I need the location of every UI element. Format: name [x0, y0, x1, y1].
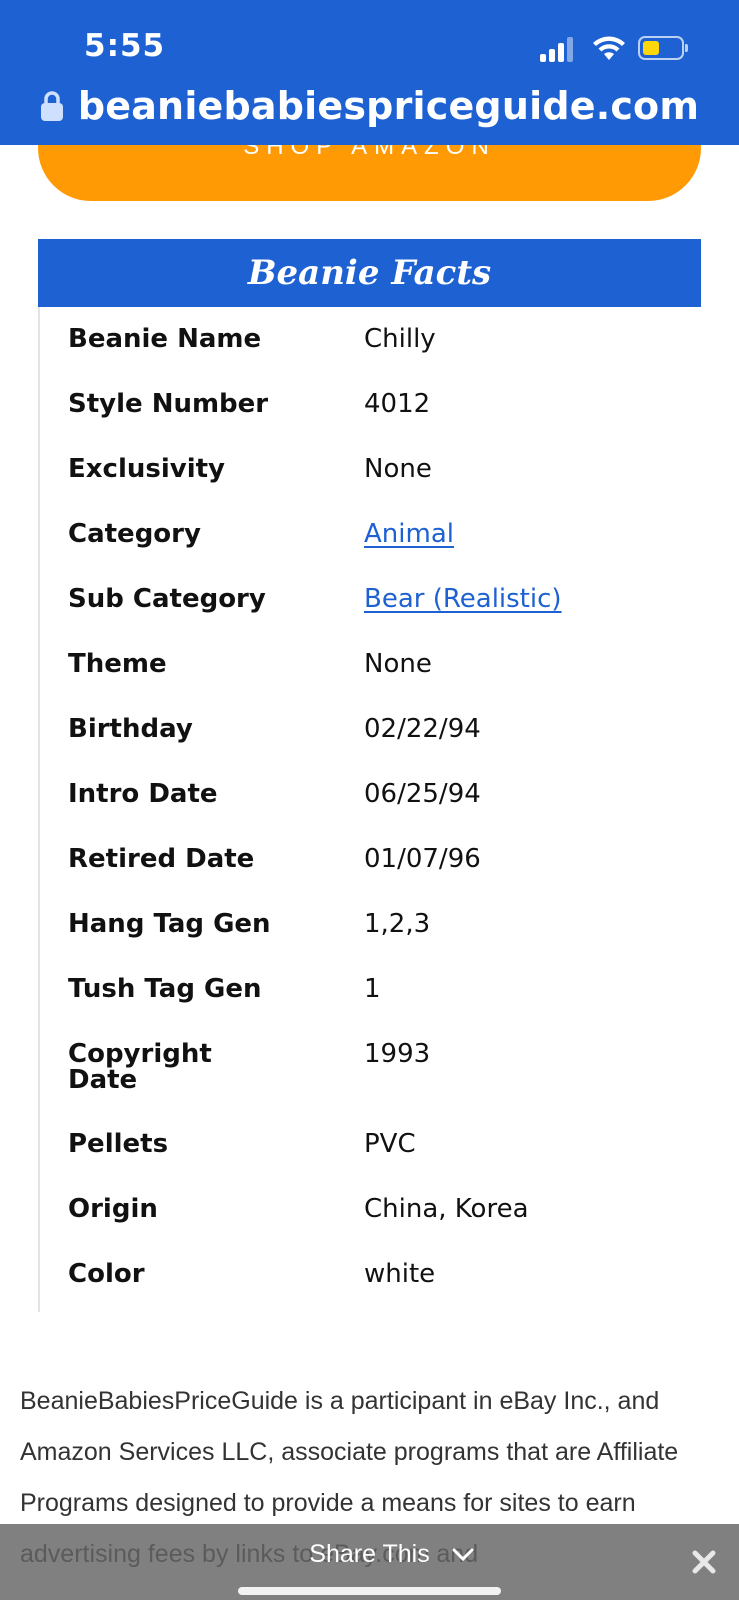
fact-label: Exclusivity — [68, 454, 225, 484]
fact-label: Origin — [68, 1194, 158, 1224]
status-time: 5:55 — [84, 28, 166, 64]
wifi-icon — [593, 36, 625, 60]
fact-value: None — [364, 454, 432, 484]
share-bar[interactable]: Share This — [0, 1524, 739, 1600]
lock-icon — [40, 91, 63, 121]
fact-value: China, Korea — [364, 1194, 529, 1224]
chevron-down-icon[interactable] — [452, 1548, 474, 1562]
fact-value: None — [364, 649, 432, 679]
fact-label: Birthday — [68, 714, 193, 744]
fact-label: Pellets — [68, 1129, 169, 1159]
beanie-facts-header: Beanie Facts — [38, 239, 701, 307]
fact-value: 1,2,3 — [364, 909, 431, 939]
close-icon[interactable] — [692, 1550, 716, 1574]
address-bar[interactable]: beaniebabiespriceguide.com — [0, 78, 739, 134]
fact-label: Color — [68, 1259, 145, 1289]
beanie-facts-title: Beanie Facts — [247, 253, 492, 293]
fact-label: Retired Date — [68, 844, 255, 874]
fact-label: Beanie Name — [68, 324, 262, 354]
category-link[interactable]: Animal — [364, 521, 454, 547]
fact-value: 4012 — [364, 389, 431, 419]
fact-label: Intro Date — [68, 779, 218, 809]
fact-label: Sub Category — [68, 584, 266, 614]
share-this-label[interactable]: Share This — [0, 1540, 739, 1569]
battery-icon — [638, 36, 688, 60]
fact-label: Copyright Date — [68, 1039, 212, 1095]
fact-label: Category — [68, 519, 201, 549]
fact-label: Tush Tag Gen — [68, 974, 262, 1004]
fact-value: 1993 — [364, 1039, 431, 1069]
fact-value: 1 — [364, 974, 381, 1004]
fact-label: Hang Tag Gen — [68, 909, 271, 939]
browser-top-bar: 5:55 beaniebabiespriceguide.com — [0, 0, 739, 145]
home-indicator — [238, 1587, 501, 1595]
beanie-facts-panel: Beanie Facts Beanie Name Chilly Style Nu… — [38, 239, 701, 1312]
fact-value: 06/25/94 — [364, 779, 481, 809]
sub-category-link[interactable]: Bear (Realistic) — [364, 586, 562, 612]
fact-value: Chilly — [364, 324, 436, 354]
fact-value: white — [364, 1259, 436, 1289]
fact-value: PVC — [364, 1129, 416, 1159]
fact-label: Theme — [68, 649, 167, 679]
signal-icon — [540, 36, 578, 62]
fact-label: Style Number — [68, 389, 269, 419]
url-text: beaniebabiespriceguide.com — [77, 84, 700, 128]
fact-value: 02/22/94 — [364, 714, 481, 744]
fact-value: 01/07/96 — [364, 844, 481, 874]
